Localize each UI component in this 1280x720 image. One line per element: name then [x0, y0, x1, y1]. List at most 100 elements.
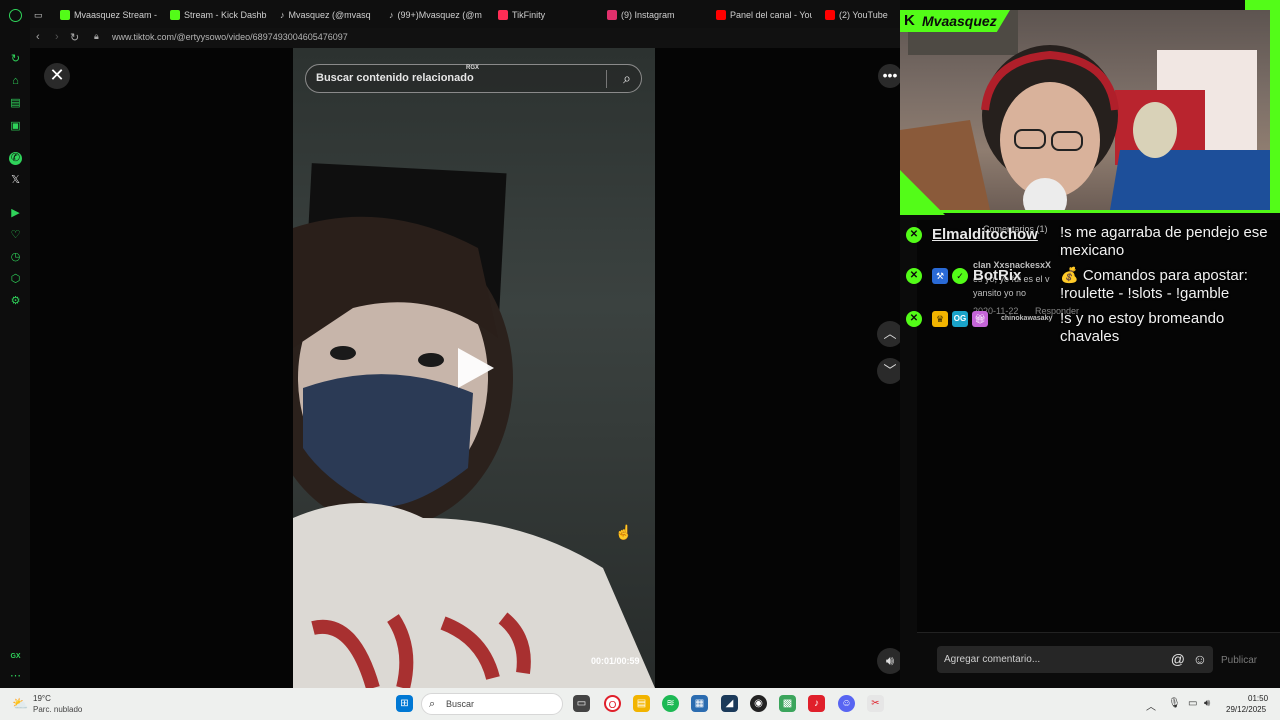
tray-chevron-icon[interactable]: ︿ — [1146, 698, 1156, 713]
tab-youtube[interactable]: (2) YouTube — [825, 6, 895, 24]
kick-badge-icon: ✕ — [906, 227, 922, 243]
gift-badge-icon: 🎁︎ — [972, 311, 988, 327]
kick-logo-icon: K — [904, 12, 915, 29]
comment-input[interactable]: Agregar comentario... @ ☺ — [937, 646, 1213, 673]
clock-time[interactable]: 01:50 — [1248, 694, 1268, 703]
video-timecode: 00:01/00:59 — [591, 656, 640, 666]
weather-description[interactable]: Parc. nublado — [33, 705, 82, 714]
browser-sidebar: ↻ ⌂ ▤ ▣ ✆ 𝕏 ▶ ♡ ◷ ⬡ ⚙ GX ⋯ — [0, 0, 30, 688]
chat-text: !s y no estoy bromeando chavales — [1060, 310, 1225, 345]
music-icon[interactable]: ▣ — [9, 120, 22, 133]
taskbar-search[interactable]: ⌕ Buscar — [421, 693, 563, 715]
mention-icon[interactable]: @ — [1171, 651, 1185, 667]
app-icon[interactable]: ◢ — [721, 695, 738, 712]
divider — [917, 632, 1280, 633]
emoji-icon[interactable]: ☺ — [1193, 651, 1207, 667]
chat-message: ✕ Elmalditochow !s me agarraba de pendej… — [906, 224, 1276, 264]
chat-text: !s me agarraba de pendejo ese mexicano — [1060, 224, 1268, 259]
left-eye — [330, 346, 356, 360]
obs-icon[interactable]: ◉ — [750, 695, 767, 712]
kick-badge-icon: ✕ — [906, 311, 922, 327]
tab-tiktok-mvasquez-2[interactable]: ♪ (99+)Mvasquez (@m — [389, 6, 485, 24]
search-input[interactable]: Buscar contenido relacionado — [316, 72, 474, 84]
tab-instagram[interactable]: (9) Instagram — [607, 6, 707, 24]
instagram-icon — [607, 10, 617, 20]
chat-message: ✕ ⚒ ✓ BotRix 💰 Comandos para apostar: !r… — [906, 267, 1276, 307]
discord-icon[interactable]: ☺ — [838, 695, 855, 712]
plush-toy — [1133, 102, 1177, 158]
aria-icon[interactable]: ↻ — [9, 53, 22, 66]
back-icon[interactable]: ‹ — [36, 31, 40, 43]
search-icon: ⌕ — [429, 698, 436, 710]
tab-youtube-panel[interactable]: Panel del canal - You — [716, 6, 812, 24]
crown-badge-icon: ♛ — [932, 311, 948, 327]
windows-start-icon[interactable]: ⊞ — [396, 695, 413, 712]
og-badge-icon: OG — [952, 311, 968, 327]
file-explorer-icon[interactable]: ▤ — [633, 695, 650, 712]
weather-icon[interactable]: ⛅ — [12, 696, 28, 712]
weather-temp[interactable]: 19°C — [33, 694, 51, 703]
whatsapp-icon[interactable]: ✆ — [9, 152, 22, 165]
publish-button[interactable]: Publicar — [1221, 655, 1257, 666]
comment-placeholder[interactable]: Agregar comentario... — [944, 654, 1040, 665]
more-options-icon[interactable]: ••• — [878, 64, 902, 88]
speaker-icon[interactable]: 🔊︎ — [1204, 698, 1210, 709]
overlay-corner-top — [1245, 0, 1280, 10]
url-field[interactable]: www.tiktok.com/@ertyysowo/video/68974930… — [112, 32, 348, 42]
task-view-icon[interactable]: ▭ — [573, 695, 590, 712]
play-icon[interactable] — [458, 348, 494, 388]
rgx-label: RGX — [466, 65, 480, 71]
close-icon[interactable]: ✕ — [44, 63, 70, 89]
store-icon[interactable]: ▦ — [691, 695, 708, 712]
tab-tiktok-mvasquez[interactable]: ♪ Mvasquez (@mvasq — [280, 6, 376, 24]
opera-gx-icon[interactable]: O — [604, 695, 621, 712]
spotify-icon[interactable]: ≋ — [662, 695, 679, 712]
news-icon[interactable]: ⌂ — [9, 75, 22, 88]
player-icon[interactable]: ▶ — [9, 207, 22, 220]
search-divider — [606, 70, 607, 88]
forward-icon[interactable]: › — [55, 31, 59, 43]
lock-icon: 🔒︎ — [94, 31, 99, 41]
chat-username[interactable]: Elmalditochow — [932, 226, 1038, 243]
history-icon[interactable]: ◷ — [9, 251, 22, 264]
youtube-icon — [825, 10, 835, 20]
tab-kick-dashboard[interactable]: Stream - Kick Dashb — [170, 6, 270, 24]
tab-tikfinity[interactable]: TikFinity — [498, 6, 598, 24]
kick-icon — [170, 10, 180, 20]
network-icon[interactable]: ▭ — [1188, 698, 1197, 709]
chat-message: ✕ ♛ OG 🎁︎ !s y no estoy bromeando chaval… — [906, 310, 1276, 350]
heart-icon[interactable]: ♡ — [9, 229, 22, 242]
x-icon[interactable]: 𝕏 — [9, 174, 22, 187]
tiktok-icon: ♪ — [280, 10, 285, 20]
search-icon[interactable]: ⌕ — [623, 70, 631, 87]
windows-taskbar: ⛅ 19°C Parc. nublado ⊞ ⌕ Buscar ▭ O ▤ ≋ … — [0, 688, 1280, 720]
overlay-edge-right — [1270, 10, 1280, 213]
tab-switcher-icon[interactable]: ▭ — [34, 6, 43, 24]
opera-logo-icon[interactable] — [9, 9, 22, 22]
youtube-icon — [716, 10, 726, 20]
streamer-name: Mvaasquez — [922, 13, 997, 29]
game-icon[interactable]: ▩ — [779, 695, 796, 712]
reload-icon[interactable]: ↻ — [70, 31, 79, 44]
snipping-tool-icon[interactable]: ✂ — [867, 695, 884, 712]
chat-text: 💰 Comandos para apostar: !roulette - !sl… — [1060, 267, 1248, 302]
tiktok-icon: ♪ — [389, 10, 394, 20]
hand-cursor-icon: ☝ — [615, 524, 633, 540]
kick-icon — [60, 10, 70, 20]
browser-tab-bar: ▭ Mvaasquez Stream - Stream - Kick Dashb… — [0, 0, 900, 28]
tab-mvaasquez-stream[interactable]: Mvaasquez Stream - — [60, 6, 160, 24]
tikfinity-icon — [498, 10, 508, 20]
chat-username[interactable]: BotRix — [973, 267, 1021, 284]
extensions-icon[interactable]: ⬡ — [9, 273, 22, 286]
clock-date[interactable]: 29/12/2025 — [1226, 705, 1266, 714]
bed — [1110, 150, 1272, 210]
more-icon[interactable]: ⋯ — [9, 670, 22, 683]
notes-icon[interactable]: ▤ — [9, 97, 22, 110]
tiktok-app-icon[interactable]: ♪ — [808, 695, 825, 712]
bot-badge-icon: ⚒ — [932, 268, 948, 284]
taskbar-search-label: Buscar — [446, 699, 475, 709]
settings-icon[interactable]: ⚙ — [9, 295, 22, 308]
gx-icon[interactable]: GX — [9, 650, 22, 663]
microphone-icon[interactable]: 🎙︎ — [1168, 698, 1181, 709]
webcam-frame — [900, 10, 1272, 210]
